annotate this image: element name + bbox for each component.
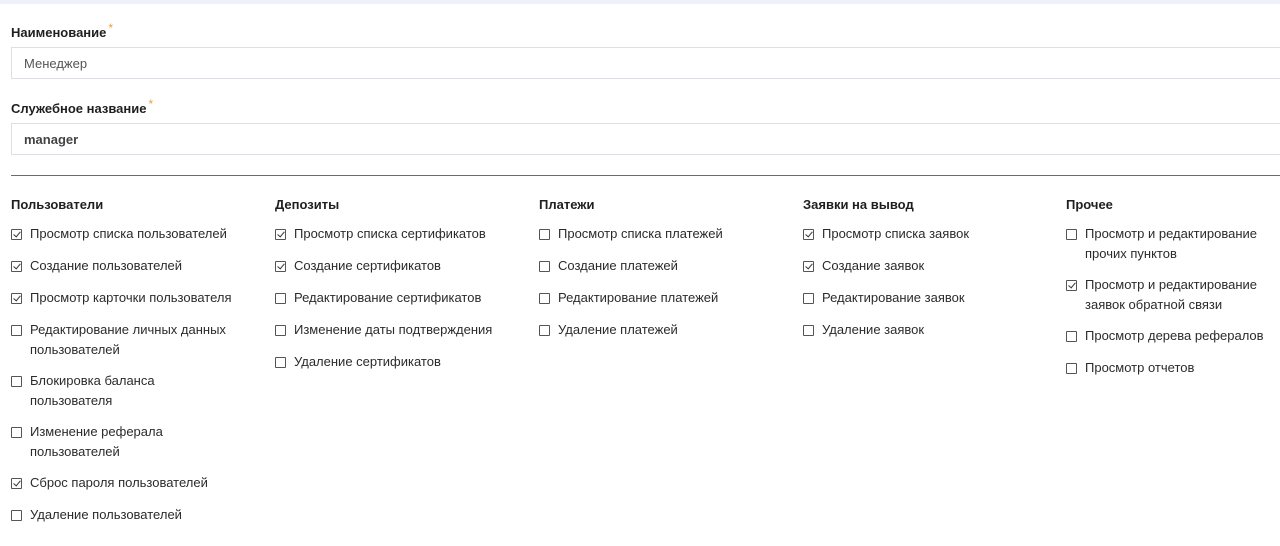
permission-label: Блокировка баланса пользователя (30, 373, 155, 408)
permission-item[interactable]: Просмотр списка заявок (803, 226, 1053, 244)
checkbox-unchecked[interactable] (539, 229, 550, 240)
permission-item[interactable]: Изменение даты подтверждения (275, 322, 525, 340)
permission-label: Просмотр списка платежей (558, 226, 723, 241)
checkbox-unchecked[interactable] (539, 325, 550, 336)
permission-item[interactable]: Редактирование сертификатов (275, 290, 525, 308)
permission-item[interactable]: Просмотр списка пользователей (11, 226, 261, 244)
permission-item[interactable]: Редактирование платежей (539, 290, 789, 308)
checkbox-checked[interactable] (1066, 280, 1077, 291)
checkbox-unchecked[interactable] (11, 376, 22, 387)
permission-label: Изменение реферала пользователей (30, 424, 163, 459)
name-input[interactable] (12, 48, 1280, 78)
permission-label: Просмотр списка сертификатов (294, 226, 486, 241)
permissions-column-withdrawals: Заявки на вывод Просмотр списка заявок Со… (803, 197, 1053, 354)
checkbox-unchecked[interactable] (803, 325, 814, 336)
permissions-column-payments: Платежи Просмотр списка платежей Создание… (539, 197, 789, 354)
permission-item[interactable]: Удаление заявок (803, 322, 1053, 340)
permission-label: Создание заявок (822, 258, 925, 273)
permission-label: Редактирование заявок (822, 290, 965, 305)
permission-item[interactable]: Просмотр карточки пользователя (11, 290, 261, 308)
column-title: Депозиты (275, 197, 340, 212)
service-name-label: Служебное название * (11, 97, 154, 116)
checkbox-checked[interactable] (275, 261, 286, 272)
permission-label: Удаление платежей (558, 322, 678, 337)
permission-label: Просмотр списка пользователей (30, 226, 227, 241)
permission-label: Создание платежей (558, 258, 678, 273)
required-asterisk: * (108, 21, 114, 35)
permission-item[interactable]: Просмотр и редактирование заявок обратной… (1066, 277, 1280, 315)
permission-label: Изменение даты подтверждения (294, 322, 493, 337)
column-title: Прочее (1066, 197, 1113, 212)
checkbox-checked[interactable] (11, 293, 22, 304)
permission-item[interactable]: Просмотр списка платежей (539, 226, 789, 244)
permission-label: Создание сертификатов (294, 258, 441, 273)
permission-label: Сброс пароля пользователей (30, 475, 208, 490)
permission-item[interactable]: Просмотр дерева рефералов (1066, 328, 1280, 346)
checkbox-unchecked[interactable] (11, 510, 22, 521)
permissions-column-other: Прочее Просмотр и редактирование прочих п… (1066, 197, 1280, 392)
permission-label: Просмотр списка заявок (822, 226, 970, 241)
checkbox-unchecked[interactable] (275, 325, 286, 336)
service-name-input[interactable] (12, 124, 1280, 154)
permission-item[interactable]: Удаление сертификатов (275, 354, 525, 372)
checkbox-unchecked[interactable] (275, 357, 286, 368)
permission-item[interactable]: Просмотр и редактирование прочих пунктов (1066, 226, 1280, 264)
permission-label: Редактирование личных данных пользователе… (30, 322, 226, 357)
permission-item[interactable]: Просмотр списка сертификатов (275, 226, 525, 244)
checkbox-unchecked[interactable] (11, 427, 22, 438)
column-title: Пользователи (11, 197, 104, 212)
name-label: Наименование * (11, 21, 114, 40)
permission-label: Удаление сертификатов (294, 354, 441, 369)
permission-item[interactable]: Создание заявок (803, 258, 1053, 276)
permission-label: Просмотр отчетов (1085, 360, 1195, 375)
checkbox-checked[interactable] (11, 478, 22, 489)
checkbox-unchecked[interactable] (11, 325, 22, 336)
permission-label: Просмотр и редактирование заявок обратной… (1085, 277, 1258, 312)
checkbox-unchecked[interactable] (803, 293, 814, 304)
service-name-field-wrapper (11, 123, 1280, 155)
checkbox-unchecked[interactable] (275, 293, 286, 304)
checkbox-unchecked[interactable] (1066, 331, 1077, 342)
checkbox-unchecked[interactable] (1066, 363, 1077, 374)
column-title: Платежи (539, 197, 595, 212)
checkbox-checked[interactable] (803, 229, 814, 240)
top-strip (0, 0, 1280, 4)
permission-item[interactable]: Блокировка баланса пользователя (11, 373, 261, 411)
permission-item[interactable]: Удаление пользователей (11, 507, 261, 525)
checkbox-checked[interactable] (803, 261, 814, 272)
name-field-wrapper (11, 47, 1280, 79)
required-asterisk: * (148, 97, 154, 111)
permission-label: Просмотр карточки пользователя (30, 290, 232, 305)
permission-label: Просмотр дерева рефералов (1085, 328, 1264, 343)
permission-item[interactable]: Изменение реферала пользователей (11, 424, 261, 462)
permission-item[interactable]: Редактирование личных данных пользователе… (11, 322, 261, 360)
checkbox-checked[interactable] (11, 261, 22, 272)
checkbox-checked[interactable] (275, 229, 286, 240)
permission-item[interactable]: Сброс пароля пользователей (11, 475, 261, 493)
checkbox-unchecked[interactable] (539, 261, 550, 272)
permission-item[interactable]: Просмотр отчетов (1066, 360, 1280, 378)
checkbox-unchecked[interactable] (1066, 229, 1077, 240)
permission-item[interactable]: Редактирование заявок (803, 290, 1053, 308)
permission-label: Редактирование платежей (558, 290, 719, 305)
checkbox-unchecked[interactable] (539, 293, 550, 304)
permission-label: Просмотр и редактирование прочих пунктов (1085, 226, 1258, 261)
permission-item[interactable]: Создание пользователей (11, 258, 261, 276)
permission-item[interactable]: Удаление платежей (539, 322, 789, 340)
permissions-column-deposits: Депозиты Просмотр списка сертификатов Соз… (275, 197, 525, 386)
column-title: Заявки на вывод (803, 197, 914, 212)
permission-label: Редактирование сертификатов (294, 290, 482, 305)
permission-label: Удаление пользователей (30, 507, 182, 522)
permission-item[interactable]: Создание сертификатов (275, 258, 525, 276)
divider (11, 175, 1280, 176)
checkbox-checked[interactable] (11, 229, 22, 240)
permission-label: Удаление заявок (822, 322, 925, 337)
permissions-column-users: Пользователи Просмотр списка пользовател… (11, 197, 261, 539)
permission-label: Создание пользователей (30, 258, 183, 273)
permission-item[interactable]: Создание платежей (539, 258, 789, 276)
